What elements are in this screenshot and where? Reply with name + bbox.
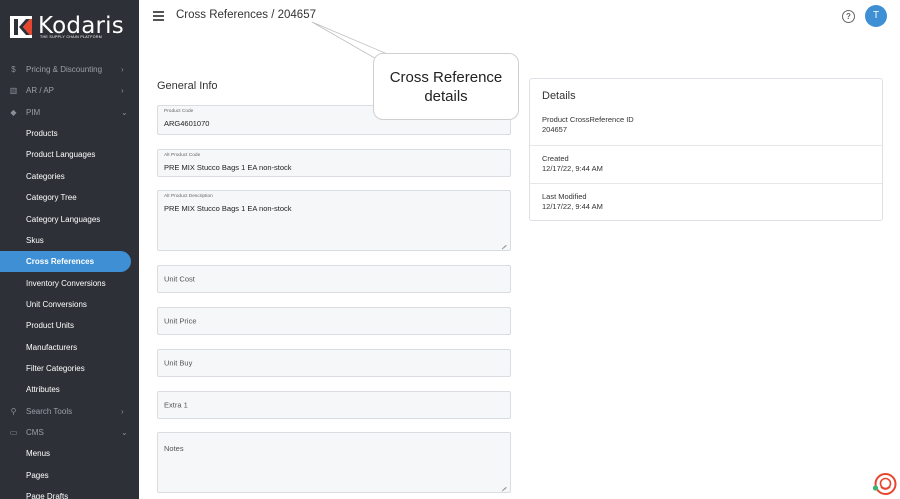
notes-placeholder: Notes [164,444,184,453]
callout-bubble: Cross Reference details [373,53,519,120]
sidebar-item-unit-conversions[interactable]: Unit Conversions [0,294,139,315]
resize-handle-icon[interactable] [501,241,506,246]
sidebar-item-pim[interactable]: ◆ PIM ⌄ [0,102,139,123]
detail-value: 12/17/22, 9:44 AM [542,202,603,211]
sidebar-item-skus[interactable]: Skus [0,230,139,251]
sidebar-item-category-tree[interactable]: Category Tree [0,187,139,208]
sidebar-item-search-tools[interactable]: ⚲ Search Tools › [0,401,139,422]
sidebar-item-ar-ap[interactable]: ▥ AR / AP › [0,80,139,101]
sidebar-item-label: Search Tools [26,406,73,416]
user-avatar[interactable]: T [865,5,887,27]
detail-row-created: Created 12/17/22, 9:44 AM [530,145,882,183]
callout-line-1: Cross Reference [389,69,503,86]
sidebar-item-label: Categories [26,171,65,181]
alt-product-description-value: PRE MIX Stucco Bags 1 EA non-stock [164,204,292,213]
alt-product-code-label: Alt Product Code [164,153,201,158]
search-icon: ⚲ [10,406,17,416]
sidebar-item-label: Unit Conversions [26,299,87,309]
extra1-placeholder: Extra 1 [164,400,188,410]
sidebar-item-label: Category Tree [26,193,77,203]
resize-handle-icon[interactable] [501,483,506,488]
chevron-down-icon[interactable]: ⌄ [121,428,128,437]
sidebar-item-label: Menus [26,449,51,459]
unit-buy-field[interactable]: Unit Buy [157,349,511,377]
chat-support-icon[interactable] [872,472,897,497]
monitor-icon: ▭ [9,428,18,437]
sidebar-item-manufacturers[interactable]: Manufacturers [0,337,139,358]
sidebar-item-label: Page Drafts [26,492,69,499]
alt-product-description-label: Alt Product Description [164,194,213,199]
detail-label: Last Modified [542,192,587,201]
alt-product-description-field[interactable]: Alt Product Description PRE MIX Stucco B… [157,190,511,251]
extra1-field[interactable]: Extra 1 [157,391,511,419]
detail-row-id: Product CrossReference ID 204657 [530,107,882,145]
sidebar-item-pages[interactable]: Pages [0,465,139,486]
detail-value: 204657 [542,125,568,134]
sidebar-item-inventory-conversions[interactable]: Inventory Conversions [0,273,139,294]
detail-label: Created [542,154,569,163]
hamburger-menu-icon[interactable] [153,11,164,21]
sidebar-item-label: Manufacturers [26,342,78,352]
chevron-down-icon[interactable]: ⌄ [121,108,128,117]
sidebar-item-label: CMS [26,428,44,437]
page-title: Cross References / 204657 [176,9,316,21]
sidebar-item-menus[interactable]: Menus [0,443,139,464]
chevron-right-icon[interactable]: › [121,86,124,95]
unit-price-field[interactable]: Unit Price [157,307,511,335]
tag-icon: ◆ [10,107,17,117]
alt-product-code-value: PRE MIX Stucco Bags 1 EA non-stock [164,163,292,172]
kodaris-logo[interactable]: Kodaris THE SUPPLY CHAIN PLATFORM [10,13,130,42]
sidebar-item-label: AR / AP [26,86,55,96]
product-code-value: ARG4601070 [164,119,210,128]
dollar-icon: $ [11,65,16,74]
detail-value: 12/17/22, 9:44 AM [542,164,603,173]
unit-cost-field[interactable]: Unit Cost [157,265,511,293]
sidebar-item-products[interactable]: Products [0,123,139,144]
product-code-label: Product Code [164,109,194,114]
sidebar-item-page-drafts[interactable]: Page Drafts [0,486,139,499]
sidebar-item-label: Category Languages [26,214,101,224]
sidebar-item-filter-categories[interactable]: Filter Categories [0,358,139,379]
sidebar-item-cross-references[interactable]: Cross References [0,251,131,273]
details-title: Details [542,90,576,102]
detail-row-modified: Last Modified 12/17/22, 9:44 AM [530,183,882,221]
sidebar-item-label: Filter Categories [26,363,85,373]
sidebar-item-attributes[interactable]: Attributes [0,379,139,400]
unit-price-placeholder: Unit Price [164,316,197,326]
sidebar-item-pricing-discounting[interactable]: $ Pricing & Discounting › [0,59,139,80]
sidebar-item-label: Cross References [26,257,95,267]
sidebar-item-product-units[interactable]: Product Units [0,315,139,336]
sidebar: Kodaris THE SUPPLY CHAIN PLATFORM $ Prici… [0,0,139,499]
sidebar-item-label: Product Languages [26,150,96,160]
callout-line-2: details [424,88,468,105]
sidebar-item-product-languages[interactable]: Product Languages [0,144,139,165]
sidebar-item-label: Attributes [26,385,60,395]
sidebar-item-label: Skus [26,235,44,245]
chevron-right-icon[interactable]: › [121,65,124,74]
notes-field[interactable]: Notes [157,432,511,493]
bank-icon: ▥ [9,86,18,96]
sidebar-item-label: Products [26,129,58,139]
detail-label: Product CrossReference ID [542,115,634,124]
sidebar-item-label: PIM [26,107,41,117]
unit-buy-placeholder: Unit Buy [164,358,193,368]
details-card: Details Product CrossReference ID 204657… [529,78,883,221]
sidebar-item-label: Pages [26,470,49,480]
help-icon[interactable]: ? [842,10,855,23]
sidebar-item-category-languages[interactable]: Category Languages [0,209,139,230]
general-info-title: General Info [157,80,218,92]
unit-cost-placeholder: Unit Cost [164,274,195,284]
sidebar-item-label: Product Units [26,321,75,331]
kodaris-logo-icon [10,16,32,38]
sidebar-item-label: Inventory Conversions [26,278,106,288]
chevron-right-icon[interactable]: › [121,407,124,416]
sidebar-item-cms[interactable]: ▭ CMS ⌄ [0,422,139,443]
sidebar-item-label: Pricing & Discounting [26,65,103,74]
alt-product-code-field[interactable]: Alt Product Code PRE MIX Stucco Bags 1 E… [157,149,511,177]
brand-tagline: THE SUPPLY CHAIN PLATFORM [40,35,103,39]
sidebar-item-categories[interactable]: Categories [0,166,139,187]
